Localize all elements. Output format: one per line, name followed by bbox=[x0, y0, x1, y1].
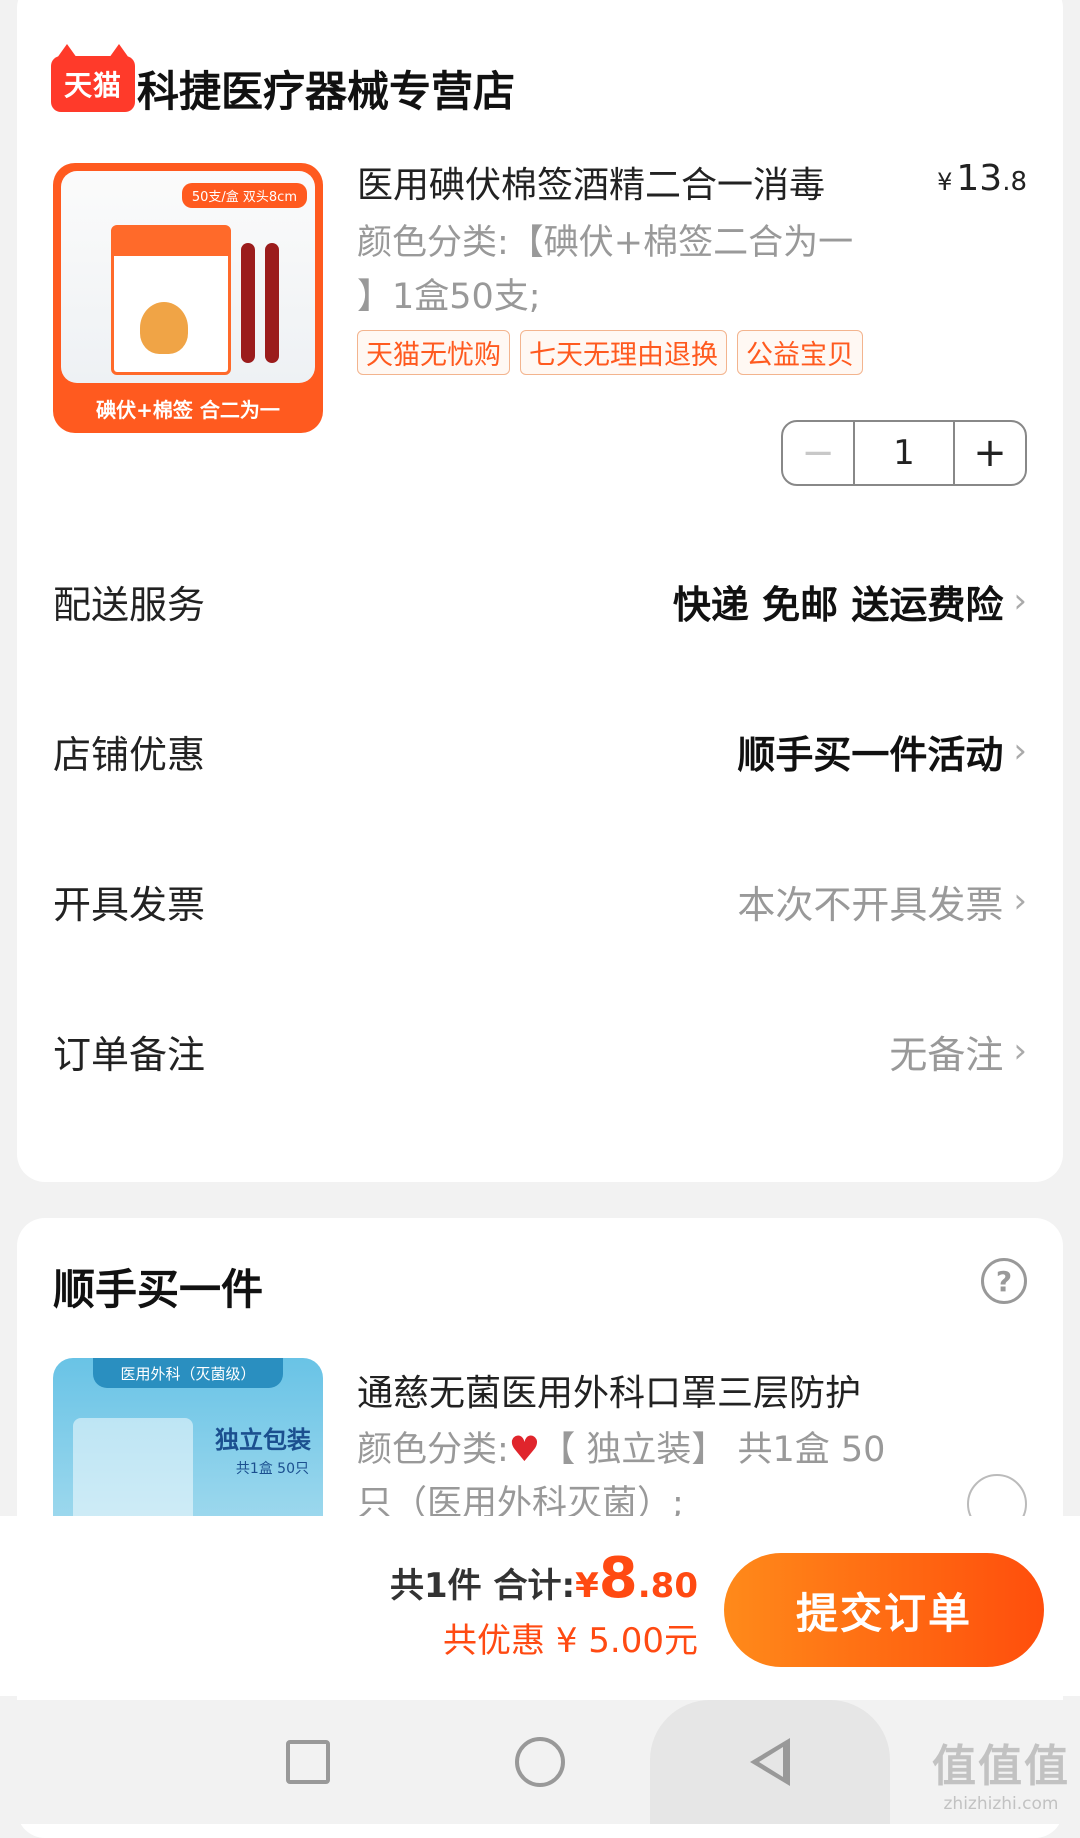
product-box-graphic bbox=[111, 225, 231, 375]
price-integer: 13 bbox=[956, 158, 1003, 199]
product-box-stripe bbox=[114, 228, 228, 256]
recent-apps-button[interactable] bbox=[208, 1700, 408, 1824]
submit-order-button[interactable]: 提交订单 bbox=[724, 1553, 1044, 1667]
addon-spec-prefix: 颜色分类: bbox=[357, 1430, 509, 1470]
heart-icon: ♥ bbox=[508, 1430, 541, 1470]
checkout-bar: 共1件 合计:¥8.80 共优惠 ¥ 5.00元 提交订单 bbox=[0, 1516, 1080, 1696]
badge-worry-free: 天猫无忧购 bbox=[357, 330, 510, 375]
badge-charity: 公益宝贝 bbox=[737, 330, 863, 375]
swab-icon bbox=[241, 243, 255, 363]
decrease-quantity-button[interactable]: − bbox=[783, 422, 855, 484]
quantity-stepper: − 1 + bbox=[781, 420, 1027, 486]
row-label: 订单备注 bbox=[53, 1032, 206, 1077]
row-value-wrap: 无备注 › bbox=[889, 1024, 1027, 1079]
price-decimal: .8 bbox=[1002, 167, 1027, 197]
watermark-main: 值值值 bbox=[932, 1741, 1070, 1792]
tmall-logo: 天猫 bbox=[51, 44, 135, 112]
watermark: 值值值 zhizhizhi.com bbox=[932, 1730, 1070, 1814]
row-label: 开具发票 bbox=[53, 882, 206, 927]
addon-section-title: 顺手买一件 bbox=[53, 1265, 264, 1314]
product-price: ¥13.8 bbox=[937, 158, 1027, 199]
product-spec[interactable]: 颜色分类:【碘伏+棉签二合为一 】1盒50支; bbox=[357, 216, 877, 324]
addon-image-headline: 独立包装 bbox=[215, 1426, 311, 1454]
row-value: 本次不开具发票 bbox=[737, 882, 1004, 927]
chevron-right-icon: › bbox=[1013, 1031, 1027, 1071]
item-count: 共1件 bbox=[390, 1566, 482, 1606]
invoice-row[interactable]: 开具发票 本次不开具发票 › bbox=[17, 856, 1063, 946]
row-value-wrap: 快递 免邮 送运费险 › bbox=[673, 574, 1027, 629]
chevron-right-icon: › bbox=[1013, 881, 1027, 921]
product-image[interactable]: 50支/盒 双头8cm 碘伏+棉签 合二为一 bbox=[53, 163, 323, 433]
home-button[interactable] bbox=[440, 1700, 640, 1824]
row-value: 顺手买一件活动 bbox=[737, 732, 1004, 777]
total-currency: ¥ bbox=[575, 1566, 599, 1606]
total-line: 共1件 合计:¥8.80 bbox=[390, 1546, 698, 1611]
swab-icon bbox=[265, 243, 279, 363]
addon-product-title[interactable]: 通慈无菌医用外科口罩三层防护 bbox=[357, 1364, 861, 1416]
quantity-value[interactable]: 1 bbox=[855, 422, 953, 484]
product-image-tag: 50支/盒 双头8cm bbox=[181, 183, 307, 208]
product-image-panel: 50支/盒 双头8cm bbox=[61, 171, 315, 383]
chevron-right-icon: › bbox=[1013, 581, 1027, 621]
store-discount-row[interactable]: 店铺优惠 顺手买一件活动 › bbox=[17, 706, 1063, 796]
circle-icon bbox=[515, 1737, 565, 1787]
row-value-wrap: 本次不开具发票 › bbox=[737, 874, 1027, 929]
row-value: 快递 免邮 送运费险 bbox=[672, 582, 1004, 627]
addon-product-spec[interactable]: 颜色分类:♥【 独立装】 共1盒 50只（医用外科灭菌）; bbox=[357, 1423, 917, 1531]
price-currency: ¥ bbox=[937, 168, 953, 196]
bear-mascot-icon bbox=[140, 302, 188, 354]
total-amount: ¥8.80 bbox=[575, 1546, 698, 1611]
product-image-footer: 碘伏+棉签 合二为一 bbox=[96, 397, 280, 422]
row-label: 店铺优惠 bbox=[53, 732, 206, 777]
row-value: 无备注 bbox=[889, 1032, 1004, 1077]
chevron-right-icon: › bbox=[1013, 731, 1027, 771]
total-label: 合计: bbox=[493, 1566, 576, 1606]
increase-quantity-button[interactable]: + bbox=[953, 422, 1025, 484]
square-icon bbox=[286, 1740, 330, 1784]
row-value-wrap: 顺手买一件活动 › bbox=[737, 724, 1027, 779]
help-icon[interactable]: ? bbox=[981, 1258, 1027, 1304]
delivery-service-row[interactable]: 配送服务 快递 免邮 送运费险 › bbox=[17, 556, 1063, 646]
total-integer: 8 bbox=[598, 1546, 638, 1611]
back-triangle-icon bbox=[750, 1738, 790, 1786]
row-label: 配送服务 bbox=[53, 582, 206, 627]
back-button[interactable] bbox=[650, 1700, 890, 1824]
addon-image-sub: 共1盒 50只 bbox=[235, 1461, 309, 1477]
discount-total: 共优惠 ¥ 5.00元 bbox=[443, 1621, 698, 1661]
order-note-row[interactable]: 订单备注 无备注 › bbox=[17, 1006, 1063, 1096]
watermark-url: zhizhizhi.com bbox=[943, 1794, 1059, 1814]
service-badges: 天猫无忧购 七天无理由退换 公益宝贝 bbox=[357, 330, 863, 375]
order-card: 天猫 科捷医疗器械专营店 50支/盒 双头8cm 碘伏+棉签 合二为一 医用碘伏… bbox=[17, 0, 1063, 1182]
total-decimal: .80 bbox=[637, 1566, 698, 1606]
tmall-logo-text: 天猫 bbox=[63, 69, 122, 102]
system-nav-bar: 值值值 zhizhizhi.com bbox=[0, 1700, 1080, 1824]
badge-7day-return: 七天无理由退换 bbox=[520, 330, 727, 375]
product-title[interactable]: 医用碘伏棉签酒精二合一消毒 bbox=[357, 156, 897, 208]
store-name[interactable]: 科捷医疗器械专营店 bbox=[137, 58, 515, 119]
addon-image-banner: 医用外科（灭菌级） bbox=[93, 1358, 283, 1388]
order-totals: 共1件 合计:¥8.80 共优惠 ¥ 5.00元 bbox=[390, 1546, 698, 1662]
